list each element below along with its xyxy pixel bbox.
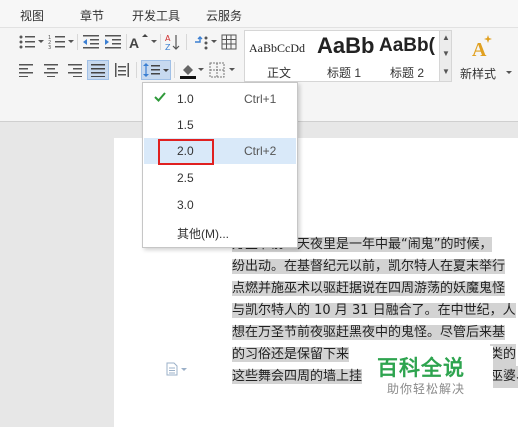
- chevron-down-icon: [68, 40, 74, 43]
- justify-button[interactable]: [87, 60, 109, 80]
- font-size-button[interactable]: A: [128, 32, 150, 52]
- bullet-list-dropdown[interactable]: [37, 32, 45, 52]
- shading-button[interactable]: [177, 60, 199, 80]
- style-normal-sample: AaBbCcDd: [249, 41, 305, 55]
- svg-text:A: A: [472, 39, 487, 60]
- line-spacing-menu: 1.0 Ctrl+1 1.5 2.0 Ctrl+2 2.5 3.0 其他(M).…: [142, 82, 298, 248]
- justify-icon: [91, 64, 105, 77]
- align-right-icon: [68, 64, 82, 77]
- checkmark-icon: [154, 92, 166, 102]
- watermark-subtitle: 助你轻松解决: [387, 382, 466, 396]
- paragraph-layout-button[interactable]: [166, 362, 188, 379]
- watermark-logo: 百科全说 助你轻松解决: [363, 346, 493, 398]
- style-heading-2[interactable]: AaBb( 标题 2: [375, 31, 439, 81]
- chevron-down-icon: [229, 68, 235, 71]
- font-size-icon: A: [129, 34, 148, 50]
- line-spacing-option-2-0[interactable]: 2.0 Ctrl+2: [144, 138, 296, 165]
- new-style-label: 新样式: [460, 67, 497, 81]
- chevron-down-icon: [211, 40, 217, 43]
- sort-button[interactable]: AZ: [162, 32, 184, 52]
- menu-bar: 视图 章节 开发工具 云服务: [0, 0, 518, 28]
- menu-developer-tools[interactable]: 开发工具: [132, 7, 180, 24]
- divider: [186, 34, 187, 50]
- border-button[interactable]: [206, 60, 228, 80]
- numbered-list-dropdown[interactable]: [67, 32, 75, 52]
- align-center-icon: [44, 64, 58, 77]
- paint-bucket-icon: [180, 65, 196, 79]
- line-spacing-option-2-5[interactable]: 2.5: [144, 165, 296, 191]
- chevron-down-icon: [151, 40, 157, 43]
- line-spacing-option-1-5[interactable]: 1.5: [144, 112, 296, 138]
- style-heading-1-sample: AaBb: [317, 33, 375, 58]
- increase-indent-icon: [105, 35, 121, 49]
- chevron-down-icon: [198, 68, 204, 71]
- align-center-button[interactable]: [40, 60, 62, 80]
- line-spacing-button[interactable]: [141, 60, 171, 80]
- style-heading-2-label: 标题 2: [389, 66, 424, 80]
- svg-text:A: A: [165, 34, 171, 43]
- show-hide-marks-button[interactable]: [190, 32, 212, 52]
- scroll-down-icon: ▼: [442, 49, 450, 58]
- svg-text:A: A: [129, 35, 139, 50]
- style-heading-1-label: 标题 1: [326, 66, 361, 80]
- bullet-list-icon: [19, 35, 35, 49]
- numbered-list-icon: 123: [48, 35, 65, 50]
- align-left-icon: [19, 64, 33, 77]
- document-line: 纷出动。在基督纪元以前，凯尔特人在夏末举行: [232, 259, 506, 274]
- menu-cloud-service[interactable]: 云服务: [206, 7, 242, 24]
- increase-indent-button[interactable]: [102, 32, 124, 52]
- new-style-button[interactable]: A 新样式: [458, 32, 514, 82]
- divider: [136, 62, 137, 78]
- scroll-up-icon: ▲: [442, 33, 450, 42]
- watermark-title: 百科全说: [377, 356, 465, 380]
- svg-text:3: 3: [48, 45, 51, 50]
- style-heading-2-sample: AaBb(: [379, 35, 435, 56]
- divider: [126, 34, 127, 50]
- numbered-list-button[interactable]: 123: [46, 32, 68, 52]
- table-icon: [221, 34, 237, 50]
- marks-dropdown[interactable]: [210, 32, 218, 52]
- divider: [160, 34, 161, 50]
- new-style-icon: A: [472, 35, 492, 60]
- border-dropdown[interactable]: [228, 60, 236, 80]
- menu-chapter[interactable]: 章节: [80, 7, 104, 24]
- paragraph-mark-icon: [195, 36, 208, 50]
- style-normal[interactable]: AaBbCcDd 正文: [245, 31, 313, 81]
- divider: [77, 34, 78, 50]
- style-gallery-scroller[interactable]: ▲ ▼ ▼: [440, 30, 452, 82]
- line-spacing-option-3-0[interactable]: 3.0: [144, 192, 296, 218]
- decrease-indent-icon: [83, 35, 99, 49]
- decrease-indent-button[interactable]: [80, 32, 102, 52]
- distributed-align-button[interactable]: [111, 60, 133, 80]
- sort-az-icon: AZ: [165, 34, 180, 51]
- svg-text:Z: Z: [165, 43, 171, 51]
- align-left-button[interactable]: [16, 60, 38, 80]
- divider: [174, 62, 175, 78]
- border-icon: [209, 62, 225, 78]
- font-size-dropdown[interactable]: [150, 32, 158, 52]
- menu-view[interactable]: 视图: [20, 7, 44, 24]
- distributed-align-icon: [115, 63, 129, 77]
- document-line: 想在万圣节前夜驱赶黑夜中的鬼怪。尽管后来基: [232, 325, 506, 340]
- style-normal-label: 正文: [266, 66, 291, 80]
- style-gallery: AaBbCcDd 正文 AaBb 标题 1 AaBb( 标题 2: [244, 30, 440, 82]
- bullet-list-button[interactable]: [16, 32, 38, 52]
- style-heading-1[interactable]: AaBb 标题 1: [313, 31, 375, 81]
- shading-dropdown[interactable]: [197, 60, 205, 80]
- expand-gallery-icon: ▼: [442, 67, 450, 76]
- paragraph-layout-icon: [166, 362, 187, 376]
- chevron-down-icon: [506, 71, 512, 74]
- document-line: 与凯尔特人的 10 月 31 日融合了。在中世纪，人: [232, 303, 516, 318]
- line-spacing-option-other[interactable]: 其他(M)...: [144, 219, 296, 245]
- line-spacing-option-1-0[interactable]: 1.0 Ctrl+1: [144, 86, 296, 112]
- document-line: 点燃并施巫术以驱赶据说在四周游荡的妖魔鬼怪: [232, 281, 506, 296]
- align-right-button[interactable]: [64, 60, 86, 80]
- chevron-down-icon: [38, 40, 44, 43]
- table-button[interactable]: [218, 32, 240, 52]
- line-spacing-icon: [143, 63, 169, 77]
